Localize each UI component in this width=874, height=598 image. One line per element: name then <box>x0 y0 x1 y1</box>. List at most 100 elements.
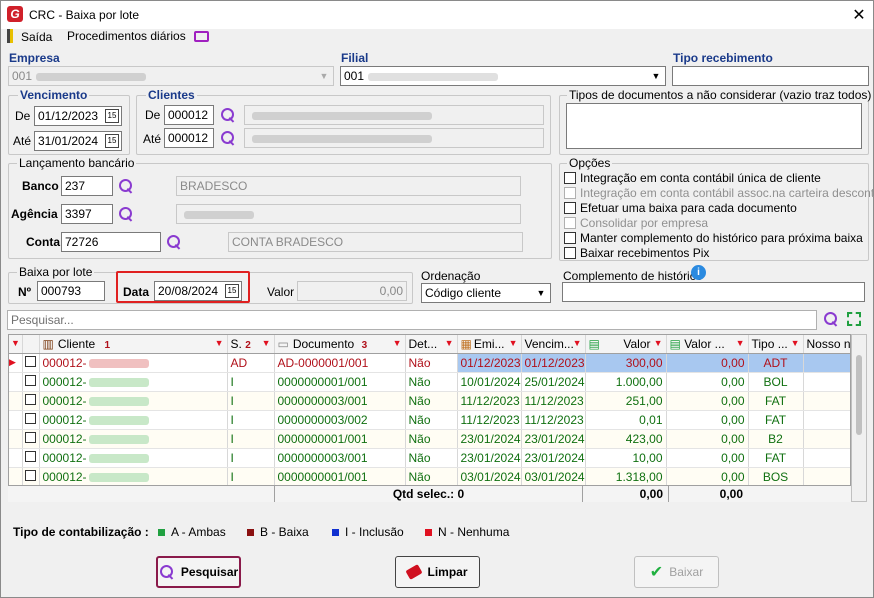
filter-icon[interactable]: ▼ <box>509 338 518 348</box>
vencimento-ate-field[interactable]: 31/01/2024 15 <box>34 131 122 151</box>
tipos-doc-label: Tipos de documentos a não considerar (va… <box>567 88 874 102</box>
vencimento-ate-label: Até <box>13 134 32 148</box>
filter-icon[interactable]: ▼ <box>393 338 402 348</box>
main-window: G CRC - Baixa por lote ✕ Saída Procedime… <box>0 0 874 598</box>
table-row[interactable]: 000012- I 0000000003/001 Não 23/01/2024 23/01… <box>9 448 850 468</box>
horizontal-scrollbar[interactable] <box>8 502 851 514</box>
filter-icon[interactable]: ▼ <box>791 338 800 348</box>
cell-valor: 1.318,00 <box>585 467 667 487</box>
header-valor[interactable]: ▤ Valor ▼ <box>585 335 667 354</box>
row-checkbox[interactable] <box>22 353 40 373</box>
pesquisar-button[interactable]: Pesquisar <box>156 556 241 588</box>
row-checkbox[interactable] <box>22 429 40 449</box>
clientes-de-label: De <box>145 108 161 122</box>
table-row[interactable]: 000012- I 0000000001/001 Não 10/01/2024 25/01… <box>9 372 850 392</box>
header-cliente[interactable]: ▥ Cliente 1 ▼ <box>39 335 228 354</box>
info-icon[interactable]: i <box>691 265 706 280</box>
cell-nosso <box>803 410 850 430</box>
calendar-icon[interactable]: 15 <box>105 109 119 123</box>
search-icon[interactable] <box>166 234 182 250</box>
header-det[interactable]: Det... ▼ <box>405 335 458 354</box>
complemento-field[interactable] <box>562 282 865 302</box>
header-indicator: ▼ <box>9 335 23 354</box>
cell-documento: AD-0000001/001 <box>274 353 406 373</box>
vencimento-label: Vencimento <box>18 88 90 102</box>
empresa-select[interactable]: 001 ▼ <box>8 66 334 86</box>
vencimento-de-label: De <box>15 109 31 123</box>
search-icon[interactable] <box>118 178 134 194</box>
monitor-icon <box>194 31 209 42</box>
tipo-recebimento-field[interactable] <box>672 66 869 86</box>
header-nosso[interactable]: Nosso nú <box>803 335 850 354</box>
expand-icon[interactable] <box>847 312 861 326</box>
menu-exit[interactable]: Saída <box>21 30 52 44</box>
filial-label: Filial <box>341 51 369 65</box>
header-venc[interactable]: Vencim... ▼ <box>521 335 586 354</box>
cell-det: Não <box>405 448 458 468</box>
cell-vencimento: 23/01/2024 <box>521 429 586 449</box>
cell-valor: 251,00 <box>585 391 667 411</box>
cell-s: I <box>227 391 275 411</box>
search-icon[interactable] <box>823 311 839 327</box>
row-checkbox[interactable] <box>22 467 40 487</box>
cell-s: I <box>227 410 275 430</box>
row-indicator <box>9 429 23 449</box>
table-row[interactable]: 000012- I 0000000003/001 Não 11/12/2023 11/12… <box>9 391 850 411</box>
filter-icon[interactable]: ▼ <box>736 338 745 348</box>
cell-valor2: 0,00 <box>666 391 749 411</box>
header-documento[interactable]: ▭ Documento 3 ▼ <box>274 335 406 354</box>
filter-icon[interactable]: ▼ <box>262 338 271 348</box>
table-row[interactable]: 000012- I 0000000001/001 Não 23/01/2024 23/01… <box>9 429 850 449</box>
limpar-button[interactable]: Limpar <box>395 556 480 588</box>
clientes-de-field[interactable]: 000012 <box>164 105 214 125</box>
banco-field[interactable]: 237 <box>61 176 113 196</box>
menu-daily-procedures[interactable]: Procedimentos diários <box>67 29 186 43</box>
conta-label: Conta <box>26 235 60 249</box>
opcao-checkbox-5[interactable] <box>564 232 576 244</box>
row-checkbox[interactable] <box>22 372 40 392</box>
legend-item-nenhuma: N - Nenhuma <box>425 525 509 539</box>
close-button[interactable]: ✕ <box>851 5 867 24</box>
header-valor2[interactable]: ▤ Valor ... ▼ <box>666 335 749 354</box>
filter-icon[interactable]: ▼ <box>573 338 582 348</box>
row-checkbox[interactable] <box>22 391 40 411</box>
filial-select[interactable]: 001 ▼ <box>340 66 666 86</box>
conta-field[interactable]: 72726 <box>61 232 161 252</box>
header-select[interactable] <box>22 335 40 354</box>
search-icon[interactable] <box>118 206 134 222</box>
ordenacao-select[interactable]: Código cliente ▼ <box>421 283 551 303</box>
valor-field: 0,00 <box>297 281 407 301</box>
scroll-thumb[interactable] <box>856 355 862 435</box>
baixa-num-field[interactable]: 000793 <box>37 281 105 301</box>
filter-icon[interactable]: ▼ <box>654 338 663 348</box>
row-checkbox[interactable] <box>22 448 40 468</box>
header-emi[interactable]: ▦ Emi... ▼ <box>457 335 522 354</box>
title-bar: G CRC - Baixa por lote ✕ <box>1 1 873 29</box>
cell-tipo: BOS <box>748 467 804 487</box>
filter-icon[interactable]: ▼ <box>215 338 224 348</box>
header-s[interactable]: S. 2 ▼ <box>227 335 275 354</box>
header-tipo[interactable]: Tipo ... ▼ <box>748 335 804 354</box>
opcoes-label: Opções <box>567 156 613 170</box>
tipos-doc-field[interactable] <box>566 103 862 149</box>
opcao-checkbox-6[interactable] <box>564 247 576 259</box>
cell-valor2: 0,00 <box>666 410 749 430</box>
row-checkbox[interactable] <box>22 410 40 430</box>
opcao-label-3: Efetuar uma baixa para cada documento <box>580 201 797 215</box>
search-icon[interactable] <box>220 130 236 146</box>
table-row[interactable]: ▶ 000012- AD AD-0000001/001 Não 01/12/2023 01/… <box>9 353 850 373</box>
filter-icon[interactable]: ▼ <box>445 338 454 348</box>
cell-tipo: FAT <box>748 448 804 468</box>
search-icon[interactable] <box>220 107 236 123</box>
opcao-checkbox-1[interactable] <box>564 172 576 184</box>
vencimento-de-field[interactable]: 01/12/2023 15 <box>34 106 122 126</box>
table-row[interactable]: 000012- I 0000000003/002 Não 11/12/2023 11/12… <box>9 410 850 430</box>
opcao-checkbox-3[interactable] <box>564 202 576 214</box>
pesquisar-input[interactable]: Pesquisar... <box>7 310 817 330</box>
clientes-ate-field[interactable]: 000012 <box>164 128 214 148</box>
cell-emissao: 11/12/2023 <box>457 391 522 411</box>
vertical-scrollbar[interactable] <box>851 334 867 502</box>
table-row[interactable]: 000012- I 0000000001/001 Não 03/01/2024 03/01… <box>9 467 850 487</box>
calendar-icon[interactable]: 15 <box>105 134 119 148</box>
agencia-field[interactable]: 3397 <box>61 204 113 224</box>
